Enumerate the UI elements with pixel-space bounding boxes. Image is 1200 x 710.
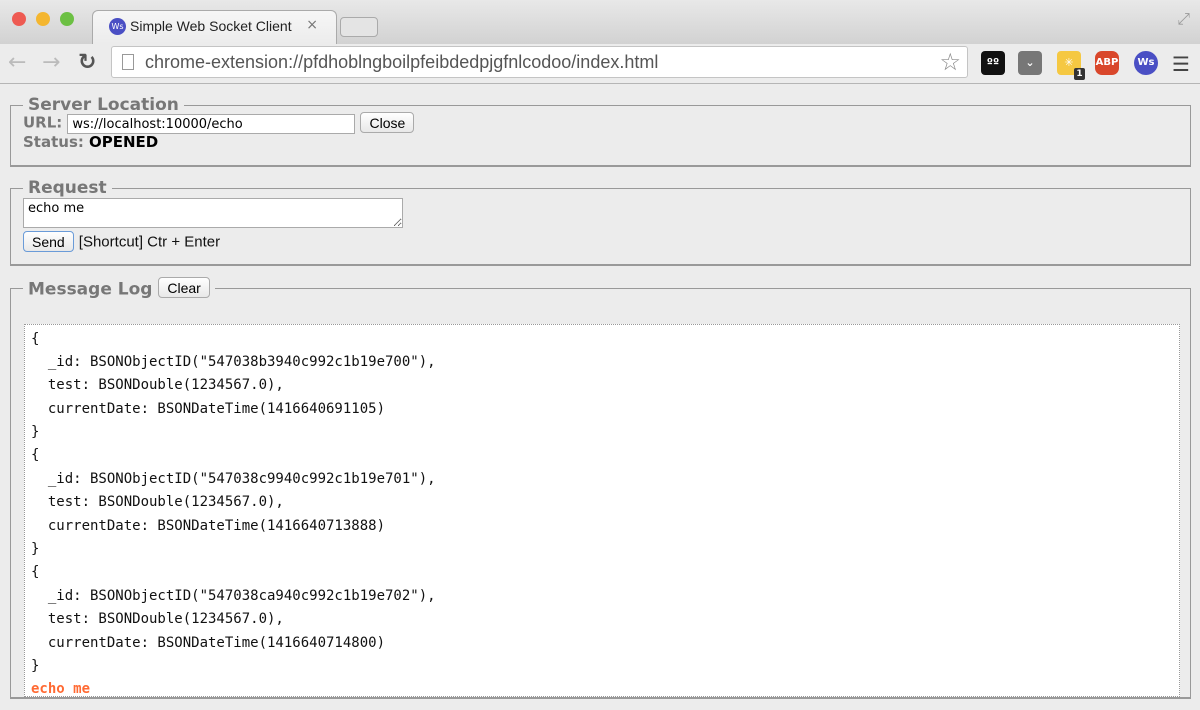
log-line: } — [31, 657, 40, 674]
new-tab-button[interactable] — [340, 17, 378, 37]
bookmark-star-icon[interactable]: ☆ — [939, 48, 961, 76]
tab-title: Simple Web Socket Client — [130, 18, 292, 34]
send-button[interactable]: Send — [23, 231, 74, 252]
address-text[interactable]: chrome-extension://pfdhoblngboilpfeibded… — [145, 52, 658, 73]
status-value: OPENED — [88, 133, 159, 151]
websocket-client-icon[interactable]: Ws — [1134, 51, 1158, 75]
log-line: currentDate: BSONDateTime(1416640714800) — [31, 634, 386, 651]
close-button[interactable]: Close — [360, 112, 415, 133]
clear-button[interactable]: Clear — [158, 277, 210, 298]
minimize-window-button[interactable] — [36, 12, 50, 26]
log-line: test: BSONDouble(1234567.0), — [31, 494, 284, 511]
url-label: URL: — [23, 113, 63, 132]
extension-badge: 1 — [1074, 68, 1085, 80]
message-log[interactable]: { _id: BSONObjectID("547038b3940c992c1b1… — [24, 323, 1180, 697]
zoom-window-button[interactable] — [60, 12, 74, 26]
server-location-section: Server Location URL: Close Status: OPENE… — [10, 95, 1191, 167]
log-line: } — [31, 424, 40, 441]
log-line: test: BSONDouble(1234567.0), — [31, 377, 284, 394]
page-icon — [122, 54, 134, 70]
window-titlebar: Ws Simple Web Socket Client × ⤢ — [0, 0, 1200, 44]
log-line: { — [31, 564, 40, 581]
back-icon[interactable]: ← — [8, 50, 26, 75]
request-section: Request echo me Send [Shortcut] Ctr + En… — [10, 178, 1191, 266]
log-line: { — [31, 330, 40, 347]
message-log-title: Message Log — [28, 279, 153, 300]
log-line: { — [31, 447, 40, 464]
log-line: } — [31, 541, 40, 558]
shortcut-hint: [Shortcut] Ctr + Enter — [78, 233, 221, 251]
close-window-button[interactable] — [12, 12, 26, 26]
message-log-section: Message Log Clear { _id: BSONObjectID("5… — [10, 277, 1191, 699]
message-log-legend: Message Log Clear — [23, 277, 215, 300]
browser-tab[interactable]: Ws Simple Web Socket Client × — [92, 10, 337, 44]
menu-icon[interactable]: ☰ — [1172, 52, 1190, 76]
browser-toolbar: ← → ↻ chrome-extension://pfdhoblngboilpf… — [0, 44, 1200, 84]
log-line: currentDate: BSONDateTime(1416640691105) — [31, 400, 386, 417]
yellow-extension-icon[interactable]: ✳ 1 — [1057, 51, 1085, 80]
owl-icon[interactable]: ºº — [981, 51, 1005, 75]
fullscreen-icon[interactable]: ⤢ — [1177, 9, 1190, 29]
log-line: test: BSONDouble(1234567.0), — [31, 611, 284, 628]
log-line: _id: BSONObjectID("547038c9940c992c1b19e… — [31, 470, 436, 487]
log-line: _id: BSONObjectID("547038b3940c992c1b19e… — [31, 353, 436, 370]
status-label: Status: — [23, 133, 84, 151]
websocket-favicon-icon: Ws — [109, 18, 126, 35]
log-line: _id: BSONObjectID("547038ca940c992c1b19e… — [31, 587, 436, 604]
request-legend: Request — [28, 178, 107, 198]
log-sent-message: echo me — [31, 681, 91, 697]
log-line: currentDate: BSONDateTime(1416640713888) — [31, 517, 386, 534]
pocket-icon[interactable]: ⌄ — [1018, 51, 1042, 75]
url-input[interactable] — [67, 114, 356, 134]
reload-icon[interactable]: ↻ — [78, 50, 96, 75]
tab-close-icon[interactable]: × — [306, 17, 318, 33]
adblock-plus-icon[interactable]: ABP — [1095, 51, 1119, 75]
address-bar[interactable]: chrome-extension://pfdhoblngboilpfeibded… — [111, 46, 968, 78]
request-textarea[interactable]: echo me — [23, 198, 403, 228]
forward-icon[interactable]: → — [42, 50, 60, 75]
